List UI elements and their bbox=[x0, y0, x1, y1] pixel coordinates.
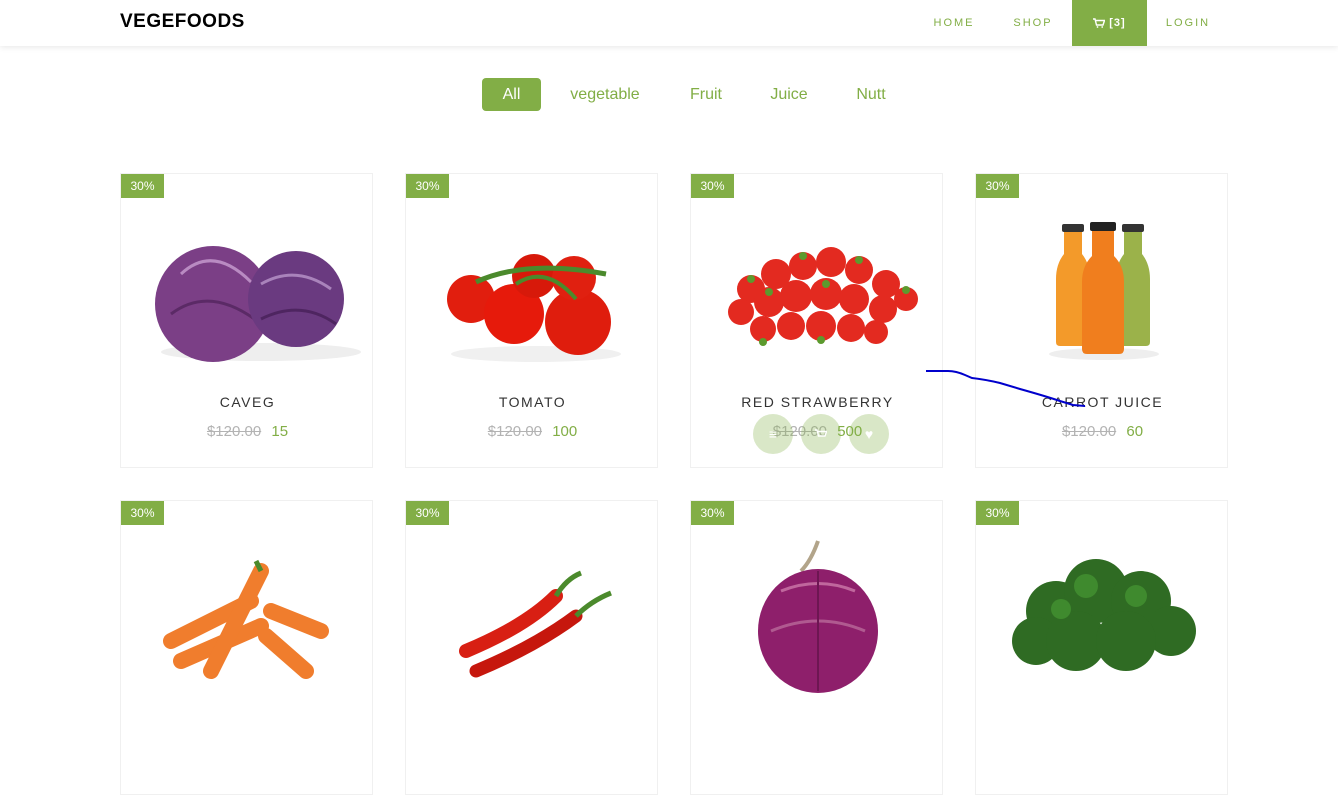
product-card-caveg[interactable]: 30% CAVEG $120.00 15 bbox=[120, 173, 373, 468]
cart-icon bbox=[1093, 18, 1106, 28]
discount-badge: 30% bbox=[121, 174, 164, 198]
discount-badge: 30% bbox=[976, 501, 1019, 525]
wishlist-button[interactable]: ♥ bbox=[849, 414, 889, 454]
product-name[interactable]: CAVEG bbox=[121, 394, 372, 410]
tab-juice[interactable]: Juice bbox=[762, 78, 816, 111]
discount-badge: 30% bbox=[406, 174, 449, 198]
category-filter: All vegetable Fruit Juice Nutt bbox=[0, 78, 1338, 111]
tab-vegetable[interactable]: vegetable bbox=[560, 78, 650, 111]
discount-badge: 30% bbox=[976, 174, 1019, 198]
product-image-tomato bbox=[447, 254, 621, 362]
nav-cart-button[interactable]: [3] bbox=[1072, 0, 1147, 46]
product-card-onion[interactable]: 30% bbox=[690, 500, 943, 795]
site-header: VEGEFOODS HOME SHOP [3] LOGIN bbox=[0, 0, 1338, 46]
product-price: $120.00 15 bbox=[121, 423, 372, 440]
site-logo[interactable]: VEGEFOODS bbox=[120, 11, 245, 33]
product-card-carrot[interactable]: 30% bbox=[120, 500, 373, 795]
product-card-tomato[interactable]: 30% TOMATO $120.00 100 bbox=[405, 173, 658, 468]
nav-home-link[interactable]: HOME bbox=[918, 0, 990, 46]
product-price: $120.00 100 bbox=[406, 423, 657, 440]
product-hover-actions: ≡ ♥ bbox=[753, 414, 889, 454]
product-image-juice-bottles bbox=[1049, 222, 1159, 360]
product-card-broccoli[interactable]: 30% bbox=[975, 500, 1228, 795]
old-price: $120.00 bbox=[487, 423, 543, 440]
cart-icon bbox=[815, 429, 827, 437]
old-price: $120.00 bbox=[1061, 423, 1117, 440]
sale-price: 100 bbox=[552, 423, 578, 440]
add-to-cart-button[interactable] bbox=[801, 414, 841, 454]
discount-badge: 30% bbox=[691, 501, 734, 525]
product-image-broccoli bbox=[1012, 559, 1196, 671]
product-image-onion bbox=[758, 540, 878, 693]
nav-login-link[interactable]: LOGIN bbox=[1150, 0, 1226, 46]
cart-count: [3] bbox=[1109, 17, 1126, 29]
discount-badge: 30% bbox=[121, 501, 164, 525]
product-price: $120.00 60 bbox=[976, 423, 1227, 440]
product-image-strawberry bbox=[728, 247, 918, 346]
product-name[interactable]: CARROT JUICE bbox=[976, 394, 1227, 410]
product-name[interactable]: TOMATO bbox=[406, 394, 657, 410]
tab-all[interactable]: All bbox=[482, 78, 541, 111]
tab-fruit[interactable]: Fruit bbox=[683, 78, 729, 111]
product-image-carrots bbox=[163, 559, 329, 679]
menu-icon: ≡ bbox=[768, 426, 778, 442]
old-price: $120.00 bbox=[206, 423, 262, 440]
sale-price: 15 bbox=[271, 423, 289, 440]
heart-icon: ♥ bbox=[864, 426, 874, 442]
discount-badge: 30% bbox=[691, 174, 734, 198]
details-button[interactable]: ≡ bbox=[753, 414, 793, 454]
product-name[interactable]: RED STRAWBERRY bbox=[691, 394, 942, 410]
discount-badge: 30% bbox=[406, 501, 449, 525]
product-image-red-cabbage bbox=[155, 246, 361, 362]
sale-price: 60 bbox=[1126, 423, 1144, 440]
product-image-chili-pepper bbox=[459, 570, 612, 678]
nav-shop-link[interactable]: SHOP bbox=[998, 0, 1068, 46]
product-card-chili[interactable]: 30% bbox=[405, 500, 658, 795]
product-card-red-strawberry[interactable]: 30% RED STRAWBERRY $120.00 500 ≡ ♥ bbox=[690, 173, 943, 468]
tab-nutt[interactable]: Nutt bbox=[848, 78, 894, 111]
product-card-carrot-juice[interactable]: 30% CARROT JUICE $120.00 60 bbox=[975, 173, 1228, 468]
